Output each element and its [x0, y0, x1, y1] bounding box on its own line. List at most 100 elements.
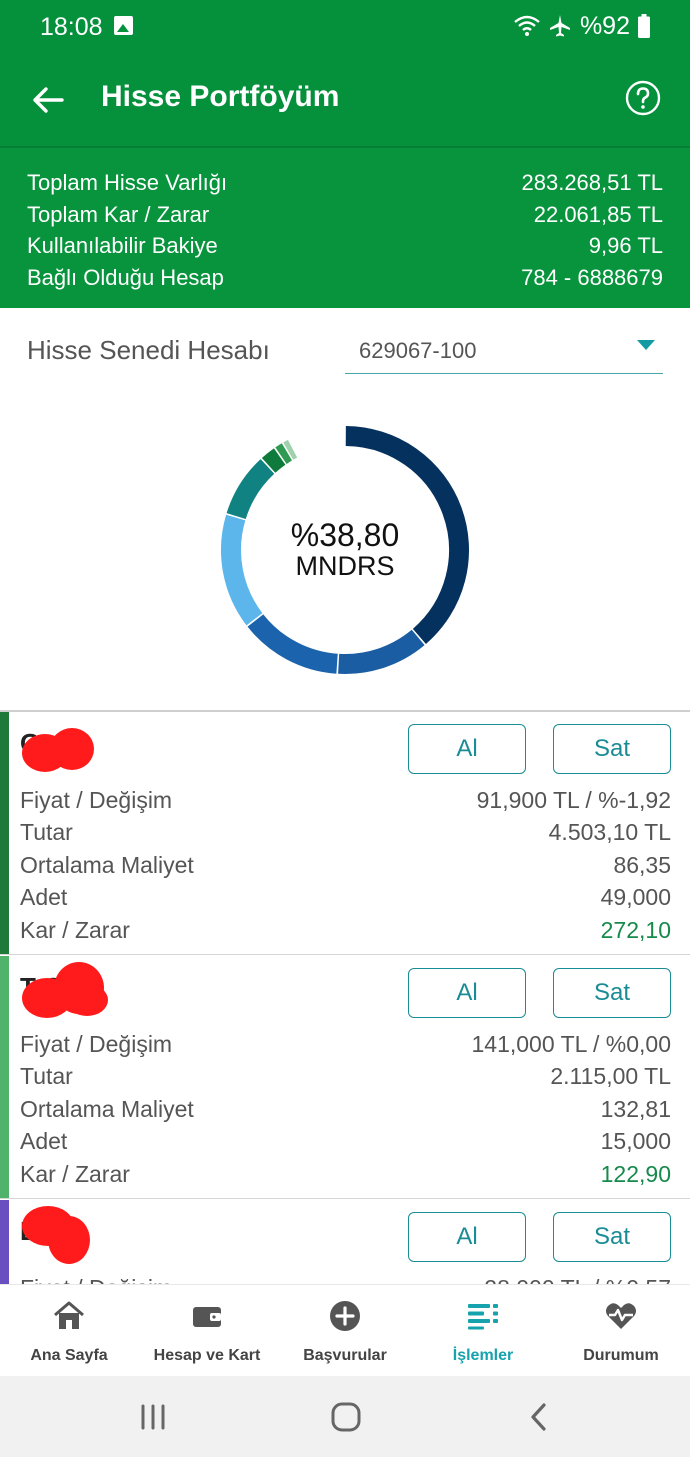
nav-item-home[interactable]: Ana Sayfa	[0, 1285, 138, 1377]
row-value: 2.115,00 TL	[550, 1063, 671, 1089]
card-accent-bar	[0, 956, 9, 1198]
stock-row-quantity: Adet 15,000	[20, 1125, 671, 1157]
summary-value: 22.061,85 TL	[533, 202, 663, 227]
row-value: 122,90	[600, 1161, 671, 1187]
buy-button[interactable]: Al	[408, 968, 526, 1018]
card-accent-bar	[0, 712, 9, 954]
row-label: Tutar	[20, 819, 73, 845]
row-label: Kar / Zarar	[20, 1161, 130, 1187]
row-value: 15,000	[600, 1128, 671, 1154]
donut-percent: %38,80	[290, 517, 400, 553]
plus-circle-icon	[330, 1301, 360, 1331]
stock-row-amount: Tutar 2.115,00 TL	[20, 1060, 671, 1092]
nav-label: Durumum	[583, 1347, 659, 1364]
summary-label: Kullanılabilir Bakiye	[27, 233, 218, 258]
summary-value: 784 - 6888679	[521, 265, 663, 290]
row-label: Adet	[20, 1128, 68, 1154]
card-accent-bar	[0, 1200, 9, 1284]
sell-button[interactable]: Sat	[553, 968, 671, 1018]
nav-item-applications[interactable]: Başvurular	[276, 1285, 414, 1377]
summary-value: 9,96 TL	[588, 233, 663, 258]
nav-label: İşlemler	[452, 1347, 514, 1364]
account-label: Hisse Senedi Hesabı	[27, 335, 270, 365]
status-bar: 18:08 %92	[0, 0, 690, 54]
stock-row-avg-cost: Ortalama Maliyet 132,81	[20, 1093, 671, 1125]
row-value: 28,000 TL / %0,57	[484, 1275, 671, 1284]
stock-row-avg-cost: Ortalama Maliyet 86,35	[20, 849, 671, 881]
dropdown-arrow-icon	[637, 340, 655, 350]
summary-total-profit: Toplam Kar / Zarar 22.061,85 TL	[27, 198, 663, 230]
row-value: 132,81	[600, 1096, 671, 1122]
sell-button[interactable]: Sat	[553, 724, 671, 774]
nav-label: Başvurular	[303, 1347, 387, 1364]
stock-row-profit: Kar / Zarar 272,10	[20, 914, 671, 946]
bottom-navigation: Ana Sayfa Hesap ve Kart Başvurular İşlem…	[0, 1284, 690, 1376]
row-label: Kar / Zarar	[20, 917, 130, 943]
page-title: Hisse Portföyüm	[101, 80, 340, 113]
stock-row-price: Fiyat / Değişim 91,900 TL / %-1,92	[20, 784, 671, 816]
stock-row-profit: Kar / Zarar 122,90	[20, 1158, 671, 1190]
back-arrow-icon[interactable]	[30, 82, 66, 118]
stock-card: T O Al Sat Fiyat / Değişim 141,000 TL / …	[0, 956, 690, 1199]
stock-row-price: Fiyat / Değişim 28,000 TL / %0,57	[20, 1272, 671, 1284]
redaction-mark	[50, 728, 94, 770]
system-back-icon[interactable]	[522, 1400, 558, 1434]
row-label: Tutar	[20, 1063, 73, 1089]
help-icon[interactable]	[625, 80, 661, 116]
donut-center-label: %38,80 MNDRS	[219, 424, 471, 676]
recent-apps-icon[interactable]	[135, 1400, 171, 1434]
status-time: 18:08	[40, 13, 103, 41]
redaction-mark	[66, 984, 108, 1016]
account-dropdown-value: 629067-100	[359, 338, 477, 363]
nav-item-transactions[interactable]: İşlemler	[414, 1285, 552, 1377]
row-value: 49,000	[600, 884, 671, 910]
nav-label: Hesap ve Kart	[153, 1347, 261, 1364]
battery-percent: %92	[579, 11, 630, 40]
summary-label: Toplam Kar / Zarar	[27, 202, 210, 227]
row-label: Ortalama Maliyet	[20, 852, 194, 878]
buy-button[interactable]: Al	[408, 1212, 526, 1262]
row-value: 86,35	[613, 852, 671, 878]
account-selector: Hisse Senedi Hesabı 629067-100	[0, 308, 690, 398]
stock-list[interactable]: G Al Sat Fiyat / Değişim 91,900 TL / %-1…	[0, 710, 690, 1284]
airplane-mode-icon	[549, 15, 570, 37]
summary-linked-account: Bağlı Olduğu Hesap 784 - 6888679	[27, 261, 663, 293]
row-label: Fiyat / Değişim	[20, 1031, 173, 1057]
stock-row-amount: Tutar 4.503,10 TL	[20, 816, 671, 848]
nav-item-my-status[interactable]: Durumum	[552, 1285, 690, 1377]
heart-pulse-icon	[606, 1303, 636, 1329]
system-navigation-bar	[0, 1376, 690, 1457]
nav-item-account-card[interactable]: Hesap ve Kart	[138, 1285, 276, 1377]
row-value: 141,000 TL / %0,00	[471, 1031, 672, 1057]
buy-button[interactable]: Al	[408, 724, 526, 774]
app-bar: Hisse Portföyüm	[0, 54, 690, 146]
home-button-icon[interactable]	[328, 1400, 364, 1434]
image-notification-icon	[114, 16, 133, 35]
stock-card: EN I Al Sat Fiyat / Değişim 28,000 TL / …	[0, 1200, 690, 1284]
wallet-icon	[193, 1307, 221, 1327]
row-label: Fiyat / Değişim	[20, 787, 173, 813]
row-label: Adet	[20, 884, 68, 910]
row-value: 272,10	[600, 917, 671, 943]
summary-total-assets: Toplam Hisse Varlığı 283.268,51 TL	[27, 166, 663, 198]
nav-label: Ana Sayfa	[30, 1347, 108, 1364]
account-dropdown[interactable]: 629067-100	[345, 328, 663, 374]
stock-card: G Al Sat Fiyat / Değişim 91,900 TL / %-1…	[0, 712, 690, 955]
summary-label: Toplam Hisse Varlığı	[27, 170, 228, 195]
stock-row-price: Fiyat / Değişim 141,000 TL / %0,00	[20, 1028, 671, 1060]
row-label: Fiyat / Değişim	[20, 1275, 172, 1284]
redaction-mark	[48, 1216, 90, 1264]
summary-value: 283.268,51 TL	[521, 170, 664, 195]
donut-symbol: MNDRS	[295, 551, 395, 581]
row-label: Ortalama Maliyet	[20, 1096, 194, 1122]
sell-button[interactable]: Sat	[553, 1212, 671, 1262]
list-icon	[468, 1304, 498, 1330]
stock-row-quantity: Adet 49,000	[20, 881, 671, 913]
summary-label: Bağlı Olduğu Hesap	[27, 265, 224, 290]
portfolio-donut-chart[interactable]: %38,80 MNDRS	[219, 424, 471, 676]
portfolio-summary: Toplam Hisse Varlığı 283.268,51 TL Topla…	[0, 146, 690, 308]
summary-available-balance: Kullanılabilir Bakiye 9,96 TL	[27, 229, 663, 261]
wifi-icon	[514, 15, 540, 36]
row-value: 91,900 TL / %-1,92	[476, 787, 671, 813]
row-value: 4.503,10 TL	[548, 819, 671, 845]
